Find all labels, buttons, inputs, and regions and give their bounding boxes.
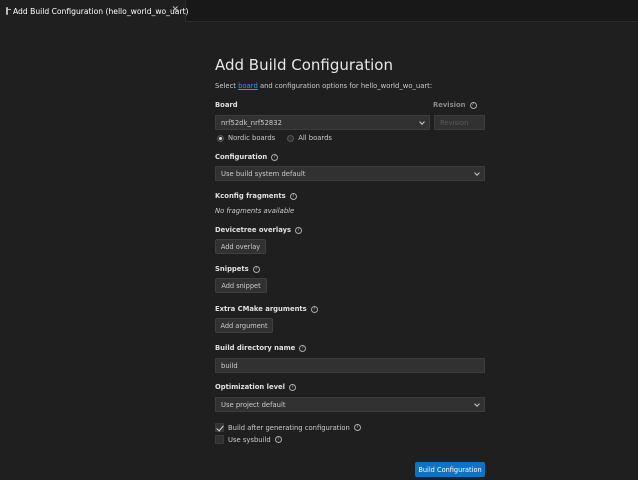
radio-nordic-boards[interactable] — [217, 134, 224, 142]
board-label: Board — [215, 101, 238, 109]
page-title: Add Build Configuration — [215, 56, 393, 74]
board-select-value: nrf52dk_nrf52832 — [221, 118, 282, 127]
kconfig-label-text: Kconfig fragments — [215, 192, 286, 200]
build-dir-input[interactable]: build — [215, 358, 485, 373]
add-argument-button[interactable]: Add argument — [215, 318, 273, 333]
build-configuration-button[interactable]: Build Configuration — [415, 462, 485, 477]
snippets-label: Snippets? — [215, 265, 260, 273]
build-after-checkbox[interactable] — [215, 423, 224, 432]
devicetree-label-text: Devicetree overlays — [215, 226, 292, 234]
help-icon[interactable]: ? — [252, 265, 260, 273]
revision-placeholder: Revision — [440, 118, 469, 127]
chevron-down-icon — [419, 119, 425, 125]
tab-title: Add Build Configuration (hello_world_wo_… — [13, 6, 189, 16]
kconfig-empty-text: No fragments available — [215, 207, 295, 215]
cmake-args-label: Extra CMake arguments? — [215, 305, 318, 313]
radio-all-boards[interactable] — [287, 134, 295, 142]
sysbuild-label: Use sysbuild — [228, 435, 271, 444]
help-icon[interactable]: ? — [295, 226, 303, 234]
optimization-select[interactable]: Use project default — [215, 397, 485, 412]
help-icon[interactable]: ? — [274, 436, 282, 443]
page-subtitle: Select board and configuration options f… — [215, 82, 432, 90]
editor-tab-bar: Add Build Configuration (hello_world_wo_… — [0, 0, 638, 22]
snippets-label-text: Snippets — [215, 265, 249, 273]
build-after-label: Build after generating configuration — [228, 423, 350, 432]
board-link[interactable]: board — [238, 82, 258, 90]
board-label-text: Board — [215, 101, 238, 109]
kconfig-label: Kconfig fragments? — [215, 192, 297, 200]
optimization-label-text: Optimization level — [215, 383, 285, 391]
revision-label: Revision? — [433, 101, 477, 109]
sysbuild-checkbox[interactable] — [215, 435, 224, 444]
build-dir-value: build — [221, 361, 238, 370]
devicetree-label: Devicetree overlays? — [215, 226, 303, 234]
board-filter-radios: Nordic boards All boards — [217, 134, 332, 142]
configuration-label: Configuration? — [215, 153, 279, 161]
webview-icon — [6, 7, 11, 15]
help-icon[interactable]: ? — [353, 424, 361, 431]
cmake-args-label-text: Extra CMake arguments — [215, 305, 307, 313]
configuration-label-text: Configuration — [215, 153, 268, 161]
revision-label-text: Revision — [433, 101, 466, 109]
help-icon[interactable]: ? — [299, 344, 307, 352]
subtitle-prefix: Select — [215, 82, 239, 90]
help-icon[interactable]: ? — [288, 383, 296, 391]
revision-input[interactable]: Revision — [434, 115, 485, 130]
radio-nordic-boards-label: Nordic boards — [228, 134, 276, 142]
help-icon[interactable]: ? — [469, 101, 477, 109]
build-dir-label: Build directory name? — [215, 344, 307, 352]
build-dir-label-text: Build directory name — [215, 344, 296, 352]
sysbuild-option: Use sysbuild ? — [215, 435, 282, 444]
board-select[interactable]: nrf52dk_nrf52832 — [215, 115, 430, 130]
chevron-down-icon — [474, 170, 480, 176]
build-after-option: Build after generating configuration ? — [215, 423, 361, 432]
help-icon[interactable]: ? — [289, 192, 297, 200]
help-icon[interactable]: ? — [271, 153, 279, 161]
optimization-label: Optimization level? — [215, 383, 296, 391]
radio-all-boards-label: All boards — [298, 134, 332, 142]
subtitle-suffix: and configuration options for hello_worl… — [257, 82, 433, 90]
optimization-select-value: Use project default — [221, 400, 286, 409]
close-icon[interactable]: ✕ — [171, 4, 179, 16]
chevron-down-icon — [474, 401, 480, 407]
tab-add-build-configuration[interactable]: Add Build Configuration (hello_world_wo_… — [0, 0, 189, 22]
help-icon[interactable]: ? — [310, 305, 318, 313]
configuration-select[interactable]: Use build system default — [215, 166, 485, 181]
add-snippet-button[interactable]: Add snippet — [215, 278, 267, 293]
add-overlay-button[interactable]: Add overlay — [215, 239, 266, 254]
configuration-select-value: Use build system default — [221, 169, 306, 178]
